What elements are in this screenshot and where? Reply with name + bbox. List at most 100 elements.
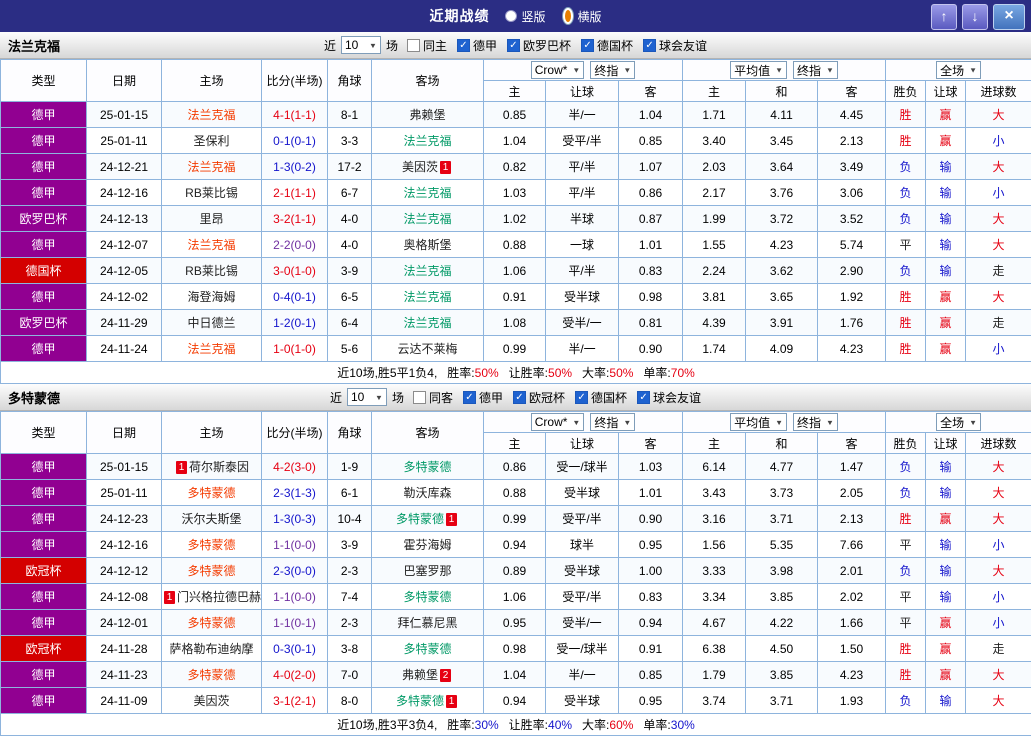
score-link[interactable]: 4-1(1-1): [273, 108, 316, 122]
filter-checkbox[interactable]: 同主: [407, 37, 447, 54]
away-team-link[interactable]: 勒沃库森: [403, 486, 451, 500]
radio-dot-1[interactable]: [562, 7, 574, 25]
filter-checkbox[interactable]: 德国杯: [575, 389, 627, 406]
away-team-link[interactable]: 法兰克福: [403, 264, 451, 278]
scope-select[interactable]: 全场▼: [936, 413, 981, 431]
average-select[interactable]: 平均值▼: [730, 413, 787, 431]
score-link[interactable]: 1-2(0-1): [273, 316, 316, 330]
score-link[interactable]: 1-0(1-0): [273, 342, 316, 356]
radio-vertical-layout[interactable]: 竖版: [505, 8, 545, 25]
away-team-link[interactable]: 法兰克福: [403, 186, 451, 200]
checkbox-icon[interactable]: [463, 391, 476, 404]
home-team-link[interactable]: 法兰克福: [187, 342, 235, 356]
match-count-select[interactable]: 10 ▼: [341, 36, 381, 54]
home-team-link[interactable]: 法兰克福: [187, 238, 235, 252]
home-team-link[interactable]: 美因茨: [193, 694, 229, 708]
checkbox-icon[interactable]: [507, 39, 520, 52]
radio-horizontal-layout[interactable]: 横版: [562, 7, 602, 25]
filter-checkbox[interactable]: 德甲: [457, 37, 497, 54]
average-select[interactable]: 平均值▼: [730, 61, 787, 79]
away-team-link[interactable]: 霍芬海姆: [403, 538, 451, 552]
away-team-link[interactable]: 法兰克福: [403, 212, 451, 226]
away-team-link[interactable]: 美因茨: [402, 160, 438, 174]
score-link[interactable]: 1-3(0-3): [273, 512, 316, 526]
score-link[interactable]: 0-1(0-1): [273, 134, 316, 148]
sub-header-avg-home: 主: [683, 81, 746, 102]
checkbox-icon[interactable]: [643, 39, 656, 52]
away-team-link[interactable]: 多特蒙德: [396, 512, 444, 526]
away-team-link[interactable]: 弗赖堡: [409, 108, 445, 122]
bookmaker-select[interactable]: Crow*▼: [531, 413, 585, 431]
checkbox-icon[interactable]: [457, 39, 470, 52]
final-odds-select-2[interactable]: 终指▼: [793, 413, 838, 431]
score-link[interactable]: 3-0(1-0): [273, 264, 316, 278]
away-team-link[interactable]: 多特蒙德: [403, 460, 451, 474]
match-count-select[interactable]: 10 ▼: [347, 388, 387, 406]
away-team-link[interactable]: 多特蒙德: [403, 642, 451, 656]
checkbox-icon[interactable]: [413, 391, 426, 404]
home-team-link[interactable]: 沃尔夫斯堡: [181, 512, 241, 526]
home-team-link[interactable]: 多特蒙德: [187, 564, 235, 578]
scope-select[interactable]: 全场▼: [936, 61, 981, 79]
radio-dot-0[interactable]: [505, 10, 517, 22]
score-link[interactable]: 3-2(1-1): [273, 212, 316, 226]
final-odds-select[interactable]: 终指▼: [590, 61, 635, 79]
home-team-link[interactable]: 门兴格拉德巴赫: [177, 590, 261, 604]
away-team-link[interactable]: 法兰克福: [403, 316, 451, 330]
scroll-down-button[interactable]: ↓: [962, 4, 988, 30]
score-link[interactable]: 3-1(2-1): [273, 694, 316, 708]
filter-checkbox[interactable]: 欧罗巴杯: [507, 37, 571, 54]
checkbox-icon[interactable]: [575, 391, 588, 404]
home-team-link[interactable]: RB莱比锡: [185, 186, 238, 200]
away-team-link[interactable]: 云达不莱梅: [397, 342, 457, 356]
home-team-link[interactable]: 里昂: [199, 212, 223, 226]
score-link[interactable]: 2-1(1-1): [273, 186, 316, 200]
home-team-link[interactable]: 荷尔斯泰因: [189, 460, 249, 474]
checkbox-icon[interactable]: [513, 391, 526, 404]
home-team-link[interactable]: 萨格勒布迪纳摩: [169, 642, 253, 656]
away-team-link[interactable]: 法兰克福: [403, 290, 451, 304]
away-team-link[interactable]: 弗赖堡: [402, 668, 438, 682]
score-link[interactable]: 2-3(0-0): [273, 564, 316, 578]
away-team-link[interactable]: 多特蒙德: [396, 694, 444, 708]
final-odds-select-2[interactable]: 终指▼: [793, 61, 838, 79]
score-link[interactable]: 4-2(3-0): [273, 460, 316, 474]
checkbox-icon[interactable]: [581, 39, 594, 52]
score-link[interactable]: 1-1(0-0): [273, 590, 316, 604]
home-team-link[interactable]: 中日德兰: [187, 316, 235, 330]
away-team-link[interactable]: 多特蒙德: [403, 590, 451, 604]
home-team-link[interactable]: 法兰克福: [187, 108, 235, 122]
score-link[interactable]: 1-3(0-2): [273, 160, 316, 174]
home-team-link[interactable]: 多特蒙德: [187, 668, 235, 682]
checkbox-icon[interactable]: [637, 391, 650, 404]
away-team-link[interactable]: 奥格斯堡: [403, 238, 451, 252]
final-odds-select[interactable]: 终指▼: [590, 413, 635, 431]
score-link[interactable]: 2-2(0-0): [273, 238, 316, 252]
filter-checkbox[interactable]: 德国杯: [581, 37, 633, 54]
filter-checkbox[interactable]: 同客: [413, 389, 453, 406]
home-team-link[interactable]: 海登海姆: [187, 290, 235, 304]
home-team-link[interactable]: RB莱比锡: [185, 264, 238, 278]
away-team-link[interactable]: 法兰克福: [403, 134, 451, 148]
filter-checkbox[interactable]: 球会友谊: [643, 37, 707, 54]
away-team-link[interactable]: 巴塞罗那: [403, 564, 451, 578]
filter-checkbox[interactable]: 球会友谊: [637, 389, 701, 406]
bookmaker-select[interactable]: Crow*▼: [531, 61, 585, 79]
score-link[interactable]: 1-1(0-1): [273, 616, 316, 630]
home-team-link[interactable]: 多特蒙德: [187, 486, 235, 500]
home-team-link[interactable]: 法兰克福: [187, 160, 235, 174]
away-team-link[interactable]: 拜仁慕尼黑: [397, 616, 457, 630]
home-team-link[interactable]: 多特蒙德: [187, 616, 235, 630]
score-link[interactable]: 0-3(0-1): [273, 642, 316, 656]
score-link[interactable]: 1-1(0-0): [273, 538, 316, 552]
score-link[interactable]: 0-4(0-1): [273, 290, 316, 304]
score-link[interactable]: 2-3(1-3): [273, 486, 316, 500]
score-link[interactable]: 4-0(2-0): [273, 668, 316, 682]
home-team-link[interactable]: 圣保利: [193, 134, 229, 148]
filter-checkbox[interactable]: 欧冠杯: [513, 389, 565, 406]
close-button[interactable]: ×: [993, 4, 1025, 30]
home-team-link[interactable]: 多特蒙德: [187, 538, 235, 552]
filter-checkbox[interactable]: 德甲: [463, 389, 503, 406]
checkbox-icon[interactable]: [407, 39, 420, 52]
scroll-up-button[interactable]: ↑: [931, 4, 957, 30]
